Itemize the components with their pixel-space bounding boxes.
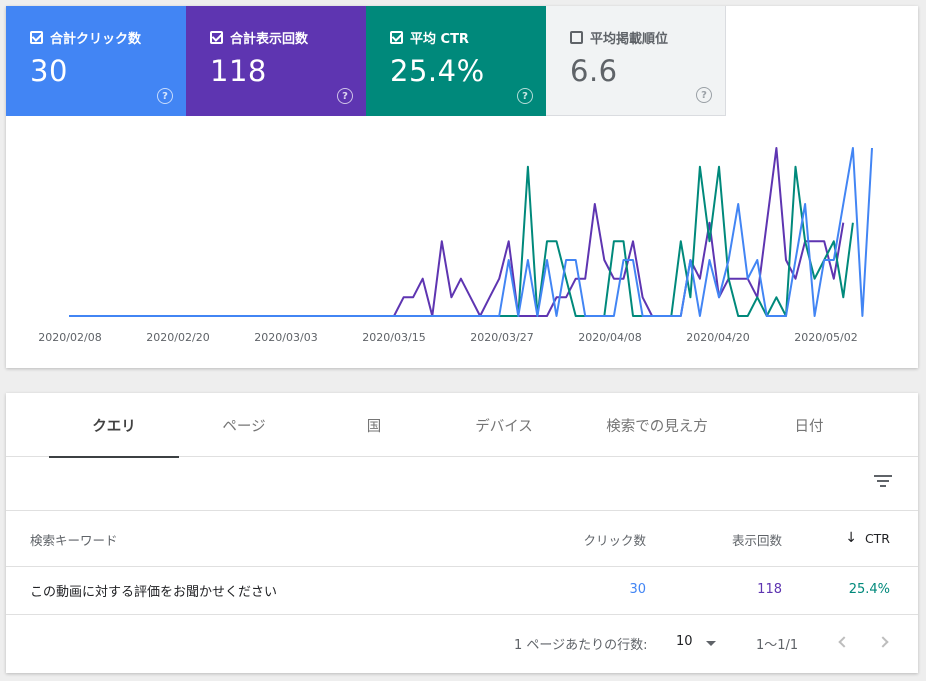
metric-value: 6.6: [570, 54, 618, 88]
series-line-1: [69, 165, 854, 317]
metric-label: 平均 CTR: [410, 32, 469, 47]
divider: [6, 510, 918, 511]
metric-tile-ctr[interactable]: 平均 CTR 25.4% ?: [366, 6, 546, 116]
rows-per-page-value: 10: [676, 634, 693, 649]
metric-tile-clicks[interactable]: 合計クリック数 30 ?: [6, 6, 186, 116]
metric-tile-impressions[interactable]: 合計表示回数 118 ?: [186, 6, 366, 116]
chevron-left-icon[interactable]: [838, 636, 850, 648]
x-tick-label: 2020/02/20: [146, 331, 209, 344]
x-tick-label: 2020/02/08: [38, 331, 101, 344]
metric-header: 合計表示回数: [210, 28, 308, 47]
metric-header: 平均 CTR: [390, 28, 469, 47]
metric-value: 25.4%: [390, 54, 485, 88]
tab-date[interactable]: 日付: [744, 393, 874, 457]
checkbox-checked-icon[interactable]: [210, 31, 223, 44]
x-tick-label: 2020/05/02: [794, 331, 857, 344]
series-line-0: [69, 147, 845, 317]
column-header-impressions[interactable]: 表示回数: [732, 530, 782, 549]
tab-page[interactable]: ページ: [179, 393, 309, 457]
column-header-clicks[interactable]: クリック数: [583, 530, 646, 549]
help-icon[interactable]: ?: [157, 88, 173, 104]
dimension-tabs: クエリ ページ 国 デバイス 検索での見え方 日付: [6, 393, 918, 458]
x-tick-label: 2020/03/15: [362, 331, 425, 344]
checkbox-checked-icon[interactable]: [30, 31, 43, 44]
sort-arrow-icon: ↓: [845, 530, 857, 546]
x-tick-label: 2020/03/27: [470, 331, 533, 344]
performance-chart-card: 合計クリック数 30 ? 合計表示回数 118 ? 平均 CTR 25.4% ?…: [6, 6, 918, 368]
cell-keyword: この動画に対する評価をお聞かせください: [30, 585, 278, 600]
cell-impressions: 118: [757, 582, 782, 597]
metric-value: 30: [30, 54, 68, 88]
checkbox-unchecked-icon[interactable]: [570, 31, 583, 44]
filter-line: [880, 485, 886, 487]
tab-device[interactable]: デバイス: [439, 393, 569, 457]
chevron-right-icon[interactable]: [877, 636, 889, 648]
column-header-ctr-label: CTR: [864, 530, 890, 546]
cell-clicks: 30: [629, 582, 646, 597]
tab-country[interactable]: 国: [309, 393, 439, 457]
series-line-2: [69, 147, 873, 317]
x-tick-label: 2020/04/08: [578, 331, 641, 344]
metric-label: 合計表示回数: [230, 32, 309, 47]
cell-ctr: 25.4%: [848, 582, 890, 597]
page-range: 1〜1/1: [756, 638, 799, 653]
metric-label: 平均掲載順位: [590, 32, 669, 47]
x-tick-label: 2020/03/03: [254, 331, 317, 344]
data-table-card: クエリ ページ 国 デバイス 検索での見え方 日付 検索キーワード クリック数 …: [6, 393, 918, 673]
help-icon[interactable]: ?: [696, 87, 712, 103]
metric-tile-position[interactable]: 平均掲載順位 6.6 ?: [546, 6, 726, 116]
x-tick-label: 2020/04/20: [686, 331, 749, 344]
column-header-ctr[interactable]: ↓ CTR: [845, 530, 890, 546]
metric-header: 合計クリック数: [30, 28, 141, 47]
filter-line: [877, 480, 889, 482]
help-icon[interactable]: ?: [517, 88, 533, 104]
column-header-keyword[interactable]: 検索キーワード: [30, 530, 118, 549]
checkbox-checked-icon[interactable]: [390, 31, 403, 44]
metric-value: 118: [210, 54, 267, 88]
filter-icon[interactable]: [874, 475, 892, 489]
tab-search-appearance[interactable]: 検索での見え方: [592, 393, 722, 457]
line-chart: 2020/02/08 2020/02/20 2020/03/03 2020/03/15…: [38, 147, 873, 344]
tab-query[interactable]: クエリ: [49, 393, 179, 458]
divider: [6, 566, 918, 567]
rows-per-page-label: 1 ページあたりの行数:: [514, 638, 648, 653]
divider: [6, 614, 918, 615]
help-icon[interactable]: ?: [337, 88, 353, 104]
metric-header: 平均掲載順位: [570, 28, 668, 47]
filter-line: [874, 475, 892, 477]
dropdown-caret-icon: [706, 641, 716, 646]
metric-label: 合計クリック数: [50, 32, 142, 47]
